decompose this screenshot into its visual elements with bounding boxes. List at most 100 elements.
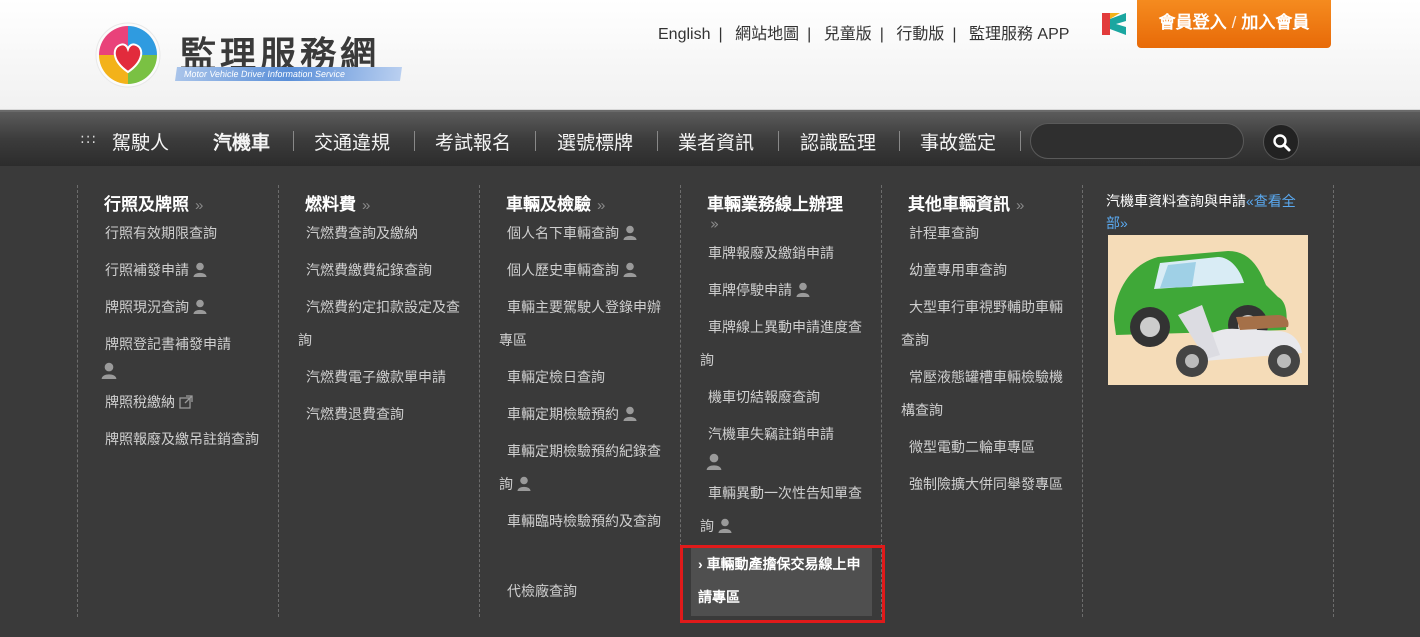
nav-item-driver[interactable]: 駕駛人 [112,128,169,155]
column-title-text[interactable]: 其他車輛資訊 [908,195,1010,214]
menu-item[interactable]: 個人名下車輛查詢 [507,217,637,250]
menu-item-label[interactable]: 車牌停駛申請 [708,282,792,298]
menu-list-license: 行照有效期限查詢 行照補發申請 牌照現況查詢 牌照登記書補發申請 [105,217,265,361]
menu-item[interactable]: 牌照登記書補發申請 [105,328,265,361]
column-title-inspection[interactable]: 車輛及檢驗 » [506,190,605,215]
search-input[interactable] [1030,123,1244,159]
menu-item[interactable]: 行照有效期限查詢 [105,217,265,250]
menu-item-label[interactable]: 車輛主要駕駛人登錄申辦專區 [499,299,661,348]
menu-item-label[interactable]: 行照補發申請 [105,262,189,278]
menu-item[interactable]: 機車切結報廢查詢 [708,381,820,414]
link-separator: | [807,26,812,43]
nav-item-plate[interactable]: 選號標牌 [557,128,633,155]
nav-item-business[interactable]: 業者資訊 [678,128,754,155]
site-logo[interactable]: 監理服務網 Motor Vehicle Driver Information S… [94,20,414,90]
menu-item-label[interactable]: 代檢廠查詢 [507,583,577,599]
nav-separator [899,131,900,151]
menu-item[interactable]: 牌照稅繳納 [105,386,193,419]
menu-item-label[interactable]: 車牌線上異動申請進度查詢 [700,319,862,368]
menu-item[interactable]: 牌照現況查詢 [105,291,265,324]
nav-item-exam[interactable]: 考試報名 [435,128,511,155]
menu-item[interactable]: 車輛定檢日查詢 [507,361,605,394]
side-panel-title: 汽機車資料查詢與申請«查看全部» [1106,190,1316,234]
menu-item-label[interactable]: 機車切結報廢查詢 [708,389,820,405]
link-separator: | [718,26,723,43]
link-kids[interactable]: 兒童版 [824,26,872,43]
link-app[interactable]: 監理服務 APP [969,26,1069,43]
menu-item-label[interactable]: 計程車查詢 [909,225,979,241]
menu-item[interactable]: 強制險擴大併同舉發專區 [901,468,1071,501]
menu-item[interactable]: 常壓液態罐槽車輛檢驗機構查詢 [901,361,1071,427]
menu-item[interactable]: 幼童專用車查詢 [909,254,1007,287]
menu-item-label[interactable]: 大型車行車視野輔助車輛查詢 [901,299,1063,348]
menu-item[interactable]: 車輛定期檢驗預約紀錄查詢 [499,435,669,501]
nav-item-about[interactable]: 認識監理 [800,128,876,155]
menu-item[interactable]: 汽燃費退費查詢 [306,398,404,431]
menu-item-label[interactable]: 牌照報廢及繳吊註銷查詢 [105,431,259,447]
menu-item-label[interactable]: 行照有效期限查詢 [105,225,217,241]
column-title-other[interactable]: 其他車輛資訊 » [908,190,1024,215]
menu-item-label[interactable]: 常壓液態罐槽車輛檢驗機構查詢 [901,369,1063,418]
menu-item[interactable]: 汽燃費查詢及繳納 [306,217,418,250]
menu-item-label[interactable]: 車輛定檢日查詢 [507,369,605,385]
menu-item[interactable]: 代檢廠查詢 [507,575,577,608]
menu-item-label[interactable]: 牌照現況查詢 [105,299,189,315]
menu-item[interactable]: 行照補發申請 [105,254,265,287]
column-title-online[interactable]: 車輛業務線上辦理 [707,190,843,215]
menu-item[interactable]: 微型電動二輪車專區 [909,431,1035,464]
join-label[interactable]: 加入會員 [1241,13,1309,32]
user-icon [623,262,637,277]
menu-item[interactable]: 車輛臨時檢驗預約及查詢 [499,505,669,538]
column-title-text[interactable]: 車輛業務線上辦理 [707,195,843,214]
nav-item-accident[interactable]: 事故鑑定 [920,128,996,155]
menu-item[interactable]: 個人歷史車輛查詢 [507,254,637,287]
menu-item-label[interactable]: 個人歷史車輛查詢 [507,262,619,278]
link-sitemap[interactable]: 網站地圖 [735,26,799,43]
column-title-text[interactable]: 行照及牌照 [104,195,189,214]
menu-item[interactable]: 汽燃費電子繳款單申請 [306,361,446,394]
vehicle-illustration[interactable] [1108,235,1308,385]
menu-item-label[interactable]: 車輛定期檢驗預約 [507,406,619,422]
menu-item[interactable]: 車輛主要駕駛人登錄申辦專區 [499,291,669,357]
menu-item-label[interactable]: 牌照登記書補發申請 [105,336,231,352]
menu-item-label[interactable]: 汽機車失竊註銷申請 [708,426,834,442]
member-login-button[interactable]: 會員登入 / 加入會員 [1137,0,1331,48]
column-divider [1082,185,1083,617]
column-title-text[interactable]: 車輛及檢驗 [506,195,591,214]
user-icon [718,518,732,533]
login-label[interactable]: 會員登入 [1159,13,1227,32]
app-icon[interactable] [1102,13,1126,35]
menu-item[interactable]: 汽機車失竊註銷申請 [708,418,834,451]
link-mobile[interactable]: 行動版 [896,26,944,43]
menu-item[interactable]: 車輛定期檢驗預約 [507,398,637,431]
menu-item[interactable]: 大型車行車視野輔助車輛查詢 [901,291,1071,357]
menu-item[interactable]: 汽燃費繳費紀錄查詢 [306,254,432,287]
menu-dots-icon[interactable]: ::: [80,131,97,147]
search-button[interactable] [1263,124,1299,160]
menu-item-label[interactable]: 牌照稅繳納 [105,394,175,410]
menu-item[interactable]: 汽燃費約定扣款設定及查詢 [298,291,468,357]
column-title-text[interactable]: 燃料費 [305,195,356,214]
menu-item[interactable]: 車牌停駛申請 [708,274,810,307]
nav-item-violation[interactable]: 交通違規 [314,128,390,155]
menu-item[interactable]: 車牌報廢及繳銷申請 [708,237,834,270]
menu-item-label[interactable]: 汽燃費退費查詢 [306,406,404,422]
menu-item-label[interactable]: 汽燃費約定扣款設定及查詢 [298,299,460,348]
menu-item-label[interactable]: 幼童專用車查詢 [909,262,1007,278]
menu-item-label[interactable]: 個人名下車輛查詢 [507,225,619,241]
menu-item[interactable]: 計程車查詢 [909,217,979,250]
menu-item-label[interactable]: 汽燃費電子繳款單申請 [306,369,446,385]
column-title-fuel[interactable]: 燃料費 » [305,190,370,215]
menu-item[interactable]: 牌照報廢及繳吊註銷查詢 [97,423,267,456]
menu-item[interactable]: 車輛異動一次性告知單查詢 [700,477,870,543]
column-title-license[interactable]: 行照及牌照 » [104,190,203,215]
nav-item-vehicle[interactable]: 汽機車 [213,128,270,155]
menu-item[interactable]: 車牌線上異動申請進度查詢 [700,311,870,377]
menu-item-label[interactable]: 車輛臨時檢驗預約及查詢 [507,513,661,529]
menu-item-label[interactable]: 強制險擴大併同舉發專區 [909,476,1063,492]
menu-item-label[interactable]: 微型電動二輪車專區 [909,439,1035,455]
link-english[interactable]: English [658,26,710,43]
menu-item-label[interactable]: 汽燃費查詢及繳納 [306,225,418,241]
menu-item-label[interactable]: 車牌報廢及繳銷申請 [708,245,834,261]
menu-item-label[interactable]: 汽燃費繳費紀錄查詢 [306,262,432,278]
